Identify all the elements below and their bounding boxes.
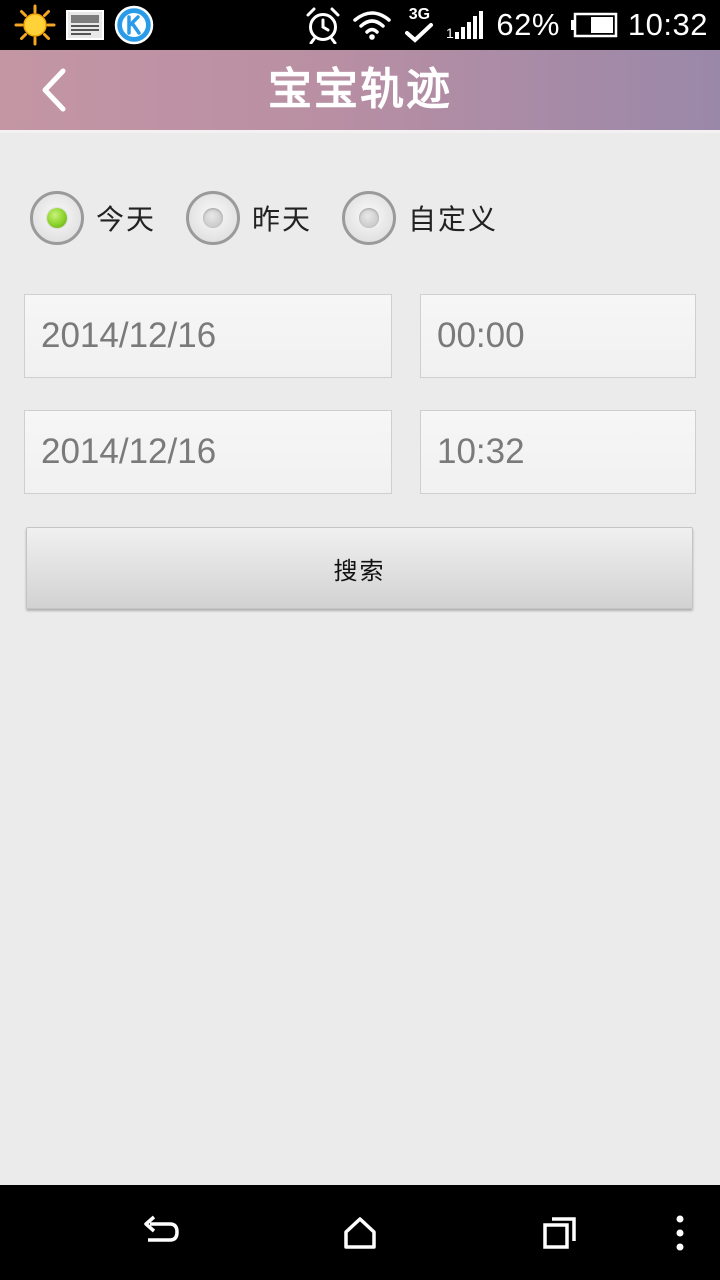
radio-label-yesterday: 昨天 bbox=[252, 203, 313, 236]
radio-label-today: 今天 bbox=[96, 203, 157, 236]
title-bar-divider bbox=[0, 130, 720, 133]
sun-weather-icon bbox=[14, 4, 56, 46]
wifi-icon bbox=[352, 9, 392, 41]
radio-yesterday[interactable]: 昨天 bbox=[186, 191, 312, 245]
status-bar-left bbox=[14, 4, 154, 46]
radio-dot-selected bbox=[47, 208, 67, 228]
end-date-field[interactable]: 2014/12/16 bbox=[24, 410, 392, 494]
date-range-radio-group: 今天 昨天 自定义 bbox=[30, 188, 528, 248]
image-notification-icon bbox=[66, 10, 104, 40]
status-bar: 3G 1 62% 10:32 bbox=[0, 0, 720, 50]
start-time-field[interactable]: 00:00 bbox=[420, 294, 696, 378]
radio-dot bbox=[203, 208, 224, 228]
radio-button[interactable] bbox=[342, 191, 397, 245]
start-date-field[interactable]: 2014/12/16 bbox=[24, 294, 392, 378]
nav-back-button[interactable] bbox=[120, 1185, 200, 1280]
back-button[interactable] bbox=[28, 64, 80, 116]
status-bar-right: 3G 1 62% 10:32 bbox=[304, 0, 708, 50]
network-type-label: 3G bbox=[408, 6, 431, 23]
search-button[interactable]: 搜索 bbox=[26, 527, 693, 609]
battery-percent: 62% bbox=[496, 7, 560, 42]
overflow-menu-icon bbox=[675, 1215, 685, 1251]
radio-label-custom: 自定义 bbox=[408, 203, 499, 236]
radio-dot bbox=[359, 208, 380, 228]
home-icon bbox=[343, 1216, 377, 1250]
battery-icon bbox=[570, 12, 618, 38]
alarm-clock-icon bbox=[304, 6, 342, 44]
k-app-icon bbox=[114, 5, 154, 45]
nav-home-button[interactable] bbox=[320, 1185, 400, 1280]
nav-menu-button[interactable] bbox=[660, 1185, 700, 1280]
status-time: 10:32 bbox=[627, 7, 708, 42]
radio-button[interactable] bbox=[186, 191, 241, 245]
3g-data-icon: 3G bbox=[402, 7, 436, 43]
end-time-field[interactable]: 10:32 bbox=[420, 410, 696, 494]
signal-strength-icon: 1 bbox=[446, 10, 486, 40]
radio-custom[interactable]: 自定义 bbox=[342, 191, 498, 245]
navigation-bar bbox=[0, 1185, 720, 1280]
recent-apps-icon bbox=[542, 1215, 578, 1251]
svg-text:1: 1 bbox=[446, 25, 454, 40]
radio-today[interactable]: 今天 bbox=[30, 191, 156, 245]
radio-button[interactable] bbox=[30, 191, 84, 245]
chevron-left-icon bbox=[39, 68, 69, 112]
page-title: 宝宝轨迹 bbox=[268, 64, 452, 115]
title-bar: 宝宝轨迹 bbox=[0, 50, 720, 133]
back-icon bbox=[140, 1215, 180, 1251]
nav-recent-apps-button[interactable] bbox=[520, 1185, 600, 1280]
